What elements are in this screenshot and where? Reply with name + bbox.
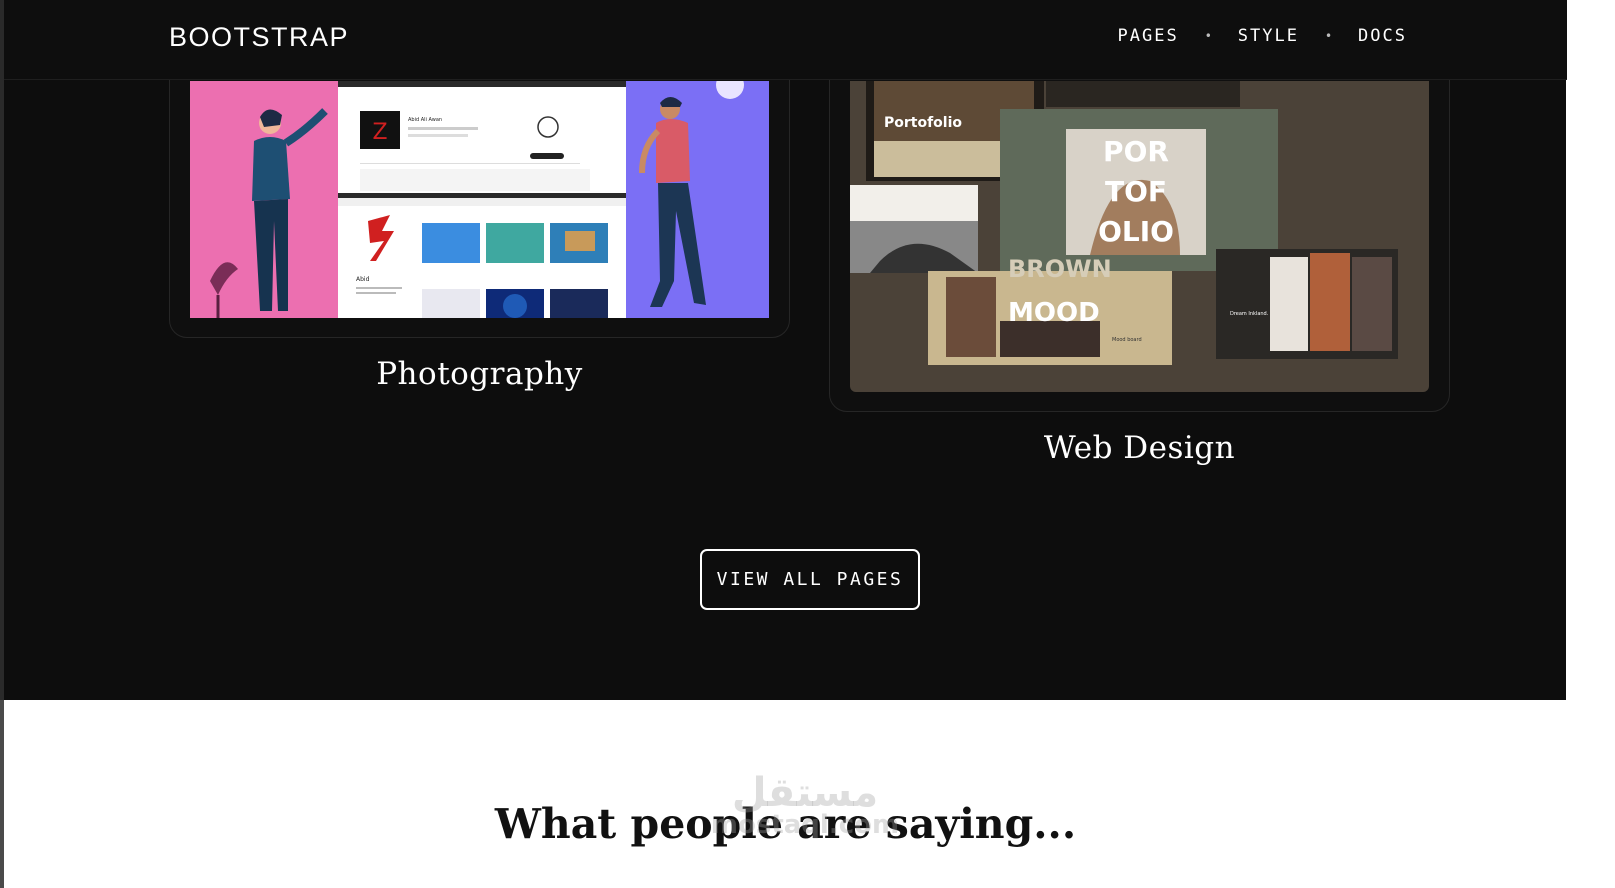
- brand-logo[interactable]: BOOTSTRAP: [169, 22, 349, 53]
- web-design-thumbnail[interactable]: Portofolio POR TOF OLIO BROWN MOOD Mood …: [850, 81, 1429, 392]
- view-all-pages-button[interactable]: VIEW ALL PAGES: [700, 549, 920, 610]
- brown-label: BROWN: [1008, 255, 1112, 283]
- navbar: BOOTSTRAP PAGES • STYLE • DOCS: [4, 0, 1567, 80]
- photography-thumbnail[interactable]: Z Abid Ali Awan Abid: [190, 81, 769, 318]
- page: BOOTSTRAP PAGES • STYLE • DOCS Z Abid Al…: [0, 0, 1615, 888]
- mood-board-label: Mood board: [1112, 337, 1142, 343]
- card-title-web-design[interactable]: Web Design: [829, 430, 1450, 466]
- nav-links: PAGES • STYLE • DOCS: [1118, 26, 1407, 46]
- profile-caption: Abid: [356, 276, 370, 283]
- card-title-photography[interactable]: Photography: [169, 356, 790, 392]
- profile-name: Abid Ali Awan: [408, 117, 442, 123]
- nav-separator: •: [1204, 29, 1212, 43]
- nav-separator: •: [1324, 29, 1333, 43]
- headline-line-3: OLIO: [1098, 215, 1174, 248]
- scroll-gutter: [1566, 0, 1615, 888]
- mood-label: MOOD: [1008, 298, 1100, 328]
- watermark: مستقل mostaql.com: [690, 770, 920, 840]
- watermark-latin: mostaql.com: [710, 810, 900, 840]
- headline-line-1: POR: [1103, 135, 1169, 168]
- nav-link-docs[interactable]: DOCS: [1358, 26, 1407, 46]
- portfolio-mockup: Portofolio POR TOF OLIO BROWN MOOD Mood …: [850, 81, 1429, 392]
- photography-illustration: Z Abid Ali Awan Abid: [190, 81, 769, 318]
- z-logo-small: Z: [372, 120, 387, 145]
- portfolio-label: Portofolio: [884, 115, 962, 131]
- nav-link-style[interactable]: STYLE: [1238, 26, 1299, 46]
- nav-link-pages[interactable]: PAGES: [1118, 26, 1179, 46]
- headline-line-2: TOF: [1105, 175, 1167, 208]
- dream-label: Dream Inkland.: [1230, 311, 1269, 317]
